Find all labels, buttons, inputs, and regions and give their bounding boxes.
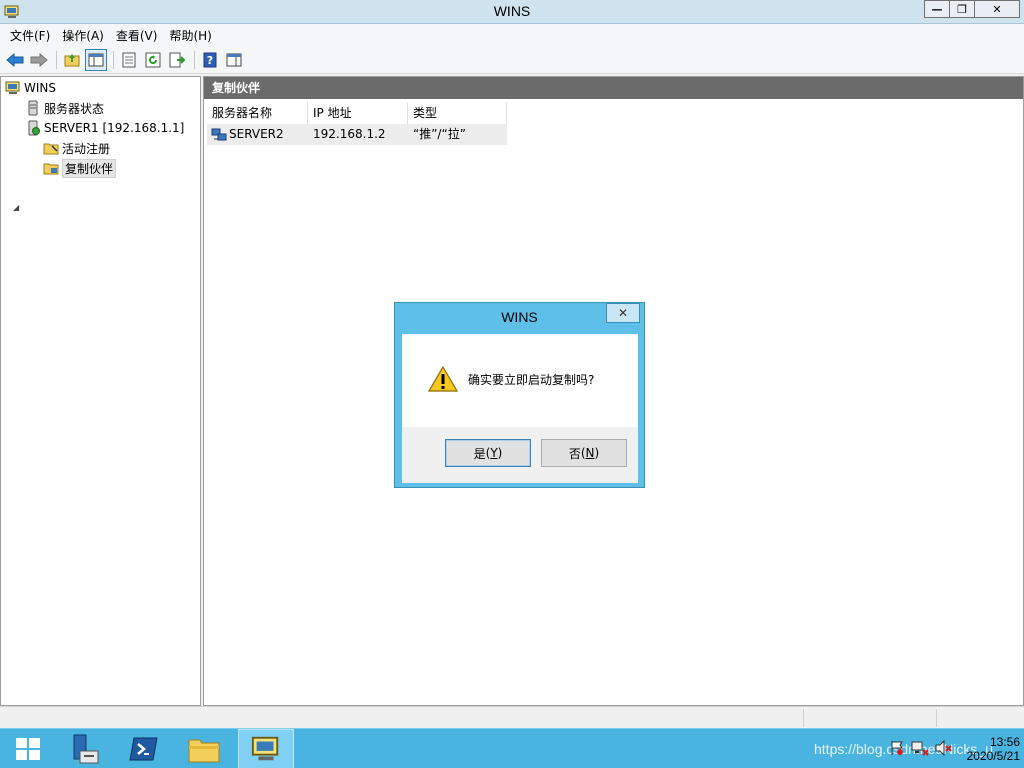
show-hide-tree-icon[interactable] bbox=[85, 48, 107, 71]
taskbar: https://blog.csdn.net/Nicks_u 13:56 2020… bbox=[0, 728, 1024, 768]
dialog-footer: 是(Y) 否(N) bbox=[402, 427, 638, 483]
menu-view[interactable]: 查看(V) bbox=[110, 27, 164, 44]
cell-type: “推”/“拉” bbox=[413, 127, 466, 141]
toolbar-separator bbox=[113, 50, 114, 69]
toolbar-separator bbox=[194, 50, 195, 69]
toolbar-separator bbox=[56, 50, 57, 69]
tree-item-label: 活动注册 bbox=[62, 141, 111, 156]
tree-item-active-registrations[interactable]: 活动注册 bbox=[43, 138, 110, 158]
console-tree: WINS 服务器状态 ◢ SERVER1 [192.168.1.1] 活动注册 … bbox=[0, 76, 201, 706]
menu-bar: 文件(F) 操作(A) 查看(V) 帮助(H) bbox=[0, 24, 1024, 46]
tree-item-wins[interactable]: WINS bbox=[5, 78, 56, 98]
windows-logo-icon bbox=[16, 738, 40, 760]
server-icon bbox=[25, 120, 41, 136]
tree-item-label: 复制伙伴 bbox=[62, 158, 117, 178]
folder-icon bbox=[43, 140, 59, 156]
replication-folder-icon bbox=[43, 160, 59, 176]
title-bar: WINS — ❐ ✕ bbox=[0, 0, 1024, 24]
table-row[interactable]: SERVER2 192.168.1.2 “推”/“拉” bbox=[207, 124, 507, 145]
wins-taskbar-button[interactable] bbox=[238, 729, 294, 768]
minimize-button[interactable]: — bbox=[924, 0, 950, 18]
powershell-icon bbox=[129, 737, 158, 761]
status-divider bbox=[936, 709, 937, 727]
pane-header: 复制伙伴 bbox=[204, 77, 1023, 99]
forward-arrow-icon[interactable] bbox=[28, 49, 50, 71]
refresh-icon[interactable] bbox=[142, 49, 164, 71]
server-status-icon bbox=[25, 100, 41, 116]
cell-server-name: SERVER2 bbox=[229, 127, 284, 141]
cell-ip: 192.168.1.2 bbox=[313, 127, 386, 141]
powershell-taskbar-button[interactable] bbox=[116, 729, 172, 768]
confirm-dialog: WINS ✕ 确实要立即启动复制吗? 是(Y) 否(N) bbox=[394, 302, 645, 488]
status-divider bbox=[803, 709, 804, 727]
list-header: 服务器名称 IP 地址 类型 bbox=[207, 102, 507, 124]
clock-date: 2020/5/21 bbox=[966, 749, 1020, 763]
tree-item-label: SERVER1 [192.168.1.1] bbox=[44, 121, 185, 135]
speaker-icon[interactable] bbox=[935, 739, 953, 759]
tree-item-label: 服务器状态 bbox=[44, 101, 105, 116]
folder-icon bbox=[188, 739, 220, 763]
file-explorer-taskbar-button[interactable] bbox=[176, 729, 232, 768]
svg-text:?: ? bbox=[207, 54, 213, 67]
dialog-message: 确实要立即启动复制吗? bbox=[468, 373, 595, 387]
status-bar bbox=[0, 706, 1024, 728]
menu-action[interactable]: 操作(A) bbox=[56, 27, 110, 44]
wins-icon bbox=[5, 80, 21, 96]
tree-item-server1[interactable]: SERVER1 [192.168.1.1] bbox=[25, 118, 184, 138]
up-folder-icon[interactable] bbox=[61, 49, 83, 71]
column-header-type[interactable]: 类型 bbox=[408, 102, 507, 124]
system-tray: 13:56 2020/5/21 bbox=[889, 733, 1020, 765]
taskbar-clock[interactable]: 13:56 2020/5/21 bbox=[967, 735, 1020, 763]
close-button[interactable]: ✕ bbox=[974, 0, 1020, 18]
tree-item-server-status[interactable]: 服务器状态 bbox=[25, 98, 104, 118]
column-header-server-name[interactable]: 服务器名称 bbox=[207, 102, 308, 124]
no-button-label: 否 bbox=[568, 446, 581, 461]
tree-item-replication-partners[interactable]: 复制伙伴 bbox=[43, 158, 117, 178]
collapse-toggle-icon[interactable]: ◢ bbox=[13, 203, 19, 212]
properties-icon[interactable] bbox=[118, 49, 140, 71]
start-button[interactable] bbox=[0, 729, 56, 768]
restore-button[interactable]: ❐ bbox=[949, 0, 975, 18]
action-pane-icon[interactable] bbox=[223, 49, 245, 71]
yes-accesskey: Y bbox=[490, 446, 498, 460]
dialog-body: 确实要立即启动复制吗? bbox=[402, 334, 638, 427]
export-list-icon[interactable] bbox=[166, 49, 188, 71]
menu-help[interactable]: 帮助(H) bbox=[163, 27, 217, 44]
no-button[interactable]: 否(N) bbox=[541, 439, 627, 467]
wins-icon bbox=[251, 736, 279, 761]
dialog-close-button[interactable]: ✕ bbox=[606, 303, 640, 323]
back-arrow-icon[interactable] bbox=[4, 49, 26, 71]
server-icon bbox=[211, 127, 227, 143]
yes-button-label: 是 bbox=[473, 446, 486, 461]
clock-time: 13:56 bbox=[989, 735, 1020, 749]
column-header-ip[interactable]: IP 地址 bbox=[308, 102, 408, 124]
network-icon[interactable] bbox=[911, 740, 929, 759]
warning-icon bbox=[427, 365, 459, 396]
toolbar: ? bbox=[0, 46, 1024, 74]
window-title: WINS bbox=[493, 3, 531, 19]
tree-item-label: WINS bbox=[24, 81, 56, 95]
menu-file[interactable]: 文件(F) bbox=[4, 27, 56, 44]
flag-icon[interactable] bbox=[889, 740, 905, 759]
no-accesskey: N bbox=[585, 446, 595, 460]
server-manager-icon bbox=[73, 734, 99, 764]
yes-button[interactable]: 是(Y) bbox=[445, 439, 531, 467]
server-manager-taskbar-button[interactable] bbox=[56, 729, 112, 768]
help-icon[interactable]: ? bbox=[199, 49, 221, 71]
